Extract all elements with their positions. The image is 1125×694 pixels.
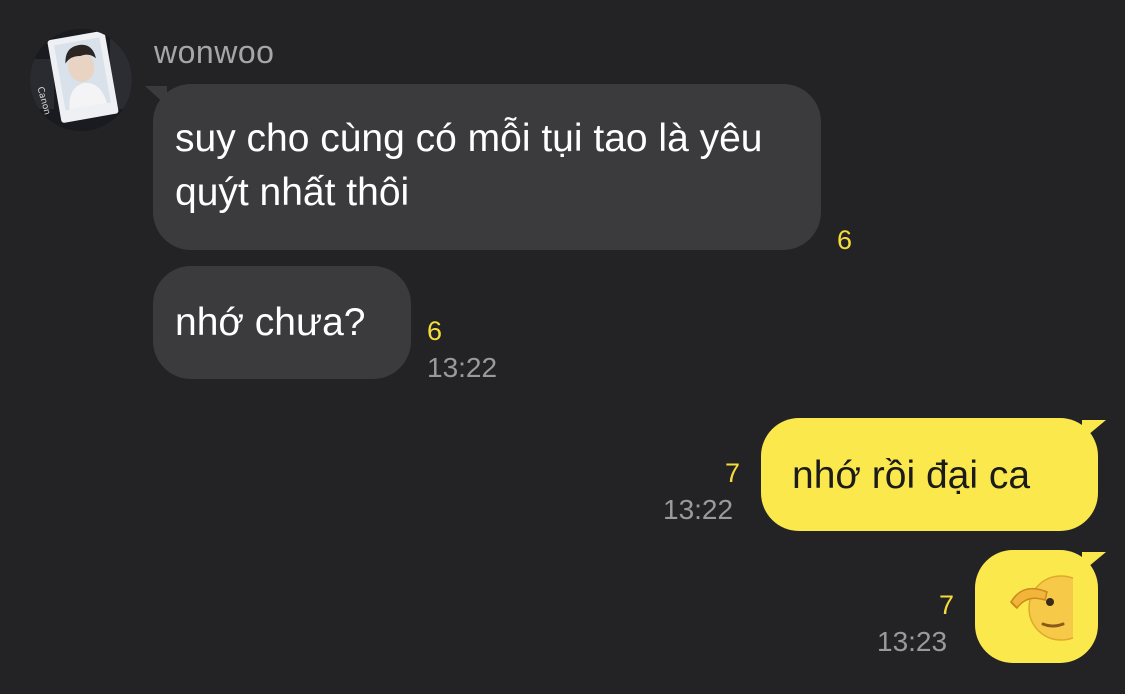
incoming-message-bubble[interactable]: nhớ chưa? bbox=[153, 266, 411, 379]
message-timestamp: 13:22 bbox=[663, 494, 734, 525]
sender-avatar[interactable]: Canon bbox=[30, 29, 132, 131]
unread-count: 6 bbox=[427, 316, 443, 346]
message-timestamp: 13:23 bbox=[877, 626, 948, 657]
unread-count: 6 bbox=[837, 225, 853, 255]
outgoing-message-bubble[interactable]: nhớ rồi đại ca bbox=[761, 418, 1098, 531]
sender-name: wonwoo bbox=[154, 34, 275, 70]
outgoing-emoji-bubble[interactable] bbox=[975, 550, 1098, 663]
unread-count: 7 bbox=[939, 590, 955, 620]
incoming-message-bubble[interactable]: suy cho cùng có mỗi tụi tao là yêu quýt … bbox=[153, 84, 821, 250]
unread-count: 7 bbox=[725, 458, 741, 488]
saluting-face-icon bbox=[1010, 575, 1073, 641]
message-timestamp: 13:22 bbox=[427, 352, 498, 383]
profile-photo-icon: Canon bbox=[30, 29, 132, 131]
